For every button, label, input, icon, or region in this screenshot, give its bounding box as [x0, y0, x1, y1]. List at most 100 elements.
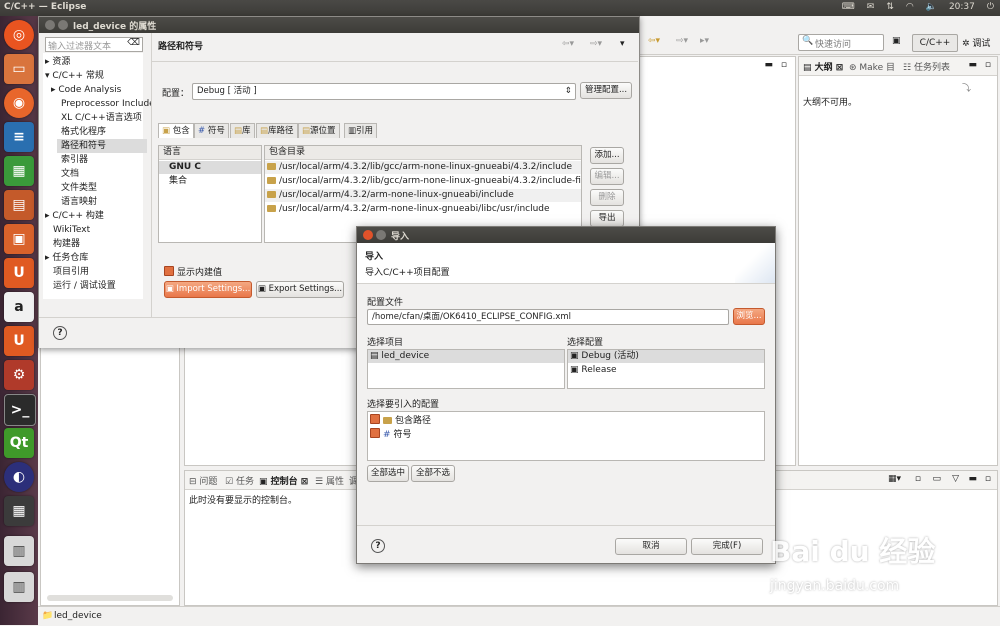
table-row[interactable]: /usr/local/arm/4.3.2/lib/gcc/arm-none-li…: [265, 175, 581, 188]
filter-input[interactable]: 输入过滤器文本 ⌫: [45, 37, 143, 52]
tree-item-resource[interactable]: ▸ 资源: [45, 55, 70, 69]
workspace-icon[interactable]: ▦: [4, 496, 34, 526]
view-menu-icon[interactable]: ▽: [952, 474, 959, 484]
help-icon[interactable]: ?: [53, 326, 67, 340]
show-builtin-checkbox[interactable]: 显示内建值: [164, 265, 222, 278]
impress-icon[interactable]: ▤: [4, 190, 34, 220]
maximize-icon[interactable]: ▫: [985, 60, 991, 70]
view-menu-icon[interactable]: ▾: [620, 39, 625, 49]
tab-make[interactable]: ⊛ Make 目: [849, 60, 895, 73]
quick-access-input[interactable]: 🔍 快速访问: [798, 34, 884, 51]
settings-icon[interactable]: ⚙: [4, 360, 34, 390]
tree-item-cpp-general[interactable]: ▾ C/C++ 常规: [45, 69, 104, 83]
tab-problems[interactable]: ⊟ 问题: [189, 474, 217, 487]
tree-item-task-repository[interactable]: ▸ 任务仓库: [45, 251, 88, 265]
manage-config-button[interactable]: 管理配置...: [580, 82, 632, 99]
file-path-input[interactable]: /home/cfan/桌面/OK6410_ECLIPSE_CONFIG.xml: [367, 309, 729, 325]
checkbox[interactable]: [164, 266, 174, 276]
edit-button[interactable]: 编辑...: [590, 168, 624, 185]
maximize-icon[interactable]: ▫: [781, 60, 787, 70]
minimize-icon[interactable]: ▬: [968, 60, 977, 70]
tab-outline[interactable]: ▤ 大纲 ⊠: [803, 60, 843, 73]
calc-icon[interactable]: ▦: [4, 156, 34, 186]
list-item[interactable]: # 符号: [368, 428, 764, 441]
open-console-icon[interactable]: ▦▾: [888, 474, 901, 484]
open-perspective-icon[interactable]: ▣: [892, 36, 901, 46]
software-center-icon[interactable]: ▣: [4, 224, 34, 254]
close-icon[interactable]: [363, 230, 373, 240]
nav-back-icon[interactable]: ⇦▾: [648, 36, 660, 46]
list-item[interactable]: 包含路径: [368, 414, 764, 427]
import-settings-button[interactable]: ▣ Import Settings...: [164, 281, 252, 298]
tab-task-list[interactable]: ☷ 任务列表: [903, 60, 950, 73]
finish-button[interactable]: 完成(F): [691, 538, 763, 555]
tab-references[interactable]: ▥引用: [344, 123, 378, 138]
tree-item-cpp-build[interactable]: ▸ C/C++ 构建: [45, 209, 104, 223]
tab-properties[interactable]: ☰ 属性: [315, 474, 344, 487]
power-icon[interactable]: ⏻: [987, 2, 994, 12]
nav-back-icon[interactable]: ⇦▾: [562, 39, 574, 49]
delete-button[interactable]: 删除: [590, 189, 624, 206]
scrollbar[interactable]: [47, 595, 173, 601]
display-console-icon[interactable]: ▭: [932, 474, 941, 484]
perspective-cpp-button[interactable]: C/C++: [912, 34, 958, 52]
tree-item-xl-language[interactable]: XL C/C++语言选项: [61, 111, 142, 125]
select-all-button[interactable]: 全部选中: [367, 465, 409, 482]
clock[interactable]: 20:37: [949, 2, 975, 12]
minimize-icon[interactable]: ▬: [764, 60, 773, 70]
nav-forward-icon[interactable]: ⇨▾: [676, 36, 688, 46]
tree-item-wikitext[interactable]: WikiText: [53, 223, 90, 237]
table-row[interactable]: /usr/local/arm/4.3.2/lib/gcc/arm-none-li…: [265, 161, 581, 174]
help-icon[interactable]: ?: [371, 539, 385, 553]
tree-item-indexer[interactable]: 索引器: [61, 153, 88, 167]
cancel-button[interactable]: 取消: [615, 538, 687, 555]
nav-forward-icon[interactable]: ⇨▾: [590, 39, 602, 49]
checkbox[interactable]: [370, 414, 380, 424]
eclipse-icon[interactable]: ◐: [4, 462, 34, 492]
config-select[interactable]: Debug [ 活动 ] ⇕: [192, 83, 576, 100]
tab-symbols[interactable]: # 符号: [194, 123, 229, 138]
ubuntu-icon[interactable]: ◎: [4, 20, 34, 50]
list-item[interactable]: ▣ Debug (活动): [568, 350, 764, 363]
close-icon[interactable]: [45, 20, 55, 30]
language-item[interactable]: GNU C: [159, 161, 261, 174]
minimize-icon[interactable]: [376, 230, 386, 240]
export-settings-button[interactable]: ▣ Export Settings...: [256, 281, 344, 298]
tree-item-project-references[interactable]: 项目引用: [53, 265, 89, 279]
trash-icon[interactable]: ▥: [4, 536, 34, 566]
tab-tasks[interactable]: ☑ 任务: [225, 474, 254, 487]
amazon-icon[interactable]: a: [4, 292, 34, 322]
tree-item-builders[interactable]: 构建器: [53, 237, 80, 251]
writer-icon[interactable]: ≡: [4, 122, 34, 152]
clear-icon[interactable]: ⌫: [127, 38, 140, 48]
tab-includes[interactable]: ▣ 包含: [158, 123, 194, 138]
network-icon[interactable]: ⇅: [886, 2, 894, 12]
tree-item-preprocessor[interactable]: Preprocessor Include: [61, 97, 155, 111]
tree-item-run-debug[interactable]: 运行 / 调试设置: [53, 279, 116, 293]
tree-item-paths-symbols[interactable]: 路径和符号: [57, 139, 147, 153]
pin-icon[interactable]: ▫: [915, 474, 921, 484]
wifi-icon[interactable]: ◠: [906, 2, 914, 12]
keyboard-icon[interactable]: ⌨: [842, 2, 855, 12]
tab-console[interactable]: ▣ 控制台 ⊠: [259, 474, 308, 487]
maximize-icon[interactable]: ▫: [985, 474, 991, 484]
qt-icon[interactable]: Qt: [4, 428, 34, 458]
tab-source-location[interactable]: ▤源位置: [298, 123, 340, 138]
mail-icon[interactable]: ✉: [867, 2, 875, 12]
checkbox[interactable]: [370, 428, 380, 438]
files-icon[interactable]: ▭: [4, 54, 34, 84]
table-row[interactable]: /usr/local/arm/4.3.2/arm-none-linux-gnue…: [265, 203, 581, 216]
ubuntu-one-icon[interactable]: U: [4, 326, 34, 356]
list-item[interactable]: ▣ Release: [568, 364, 764, 377]
tab-library-paths[interactable]: ▤库路径: [256, 123, 298, 138]
tree-item-file-types[interactable]: 文件类型: [61, 181, 97, 195]
deselect-all-button[interactable]: 全部不选: [411, 465, 455, 482]
ubuntu-one-icon[interactable]: U: [4, 258, 34, 288]
view-menu-icon[interactable]: ⤵: [962, 81, 971, 94]
tree-item-formatter[interactable]: 格式化程序: [61, 125, 106, 139]
perspective-debug-button[interactable]: ✲ 调试: [962, 36, 990, 49]
firefox-icon[interactable]: ◉: [4, 88, 34, 118]
export-button[interactable]: 导出: [590, 210, 624, 227]
nav-arrow-icon[interactable]: ▸▾: [700, 36, 709, 46]
tree-item-documentation[interactable]: 文档: [61, 167, 79, 181]
